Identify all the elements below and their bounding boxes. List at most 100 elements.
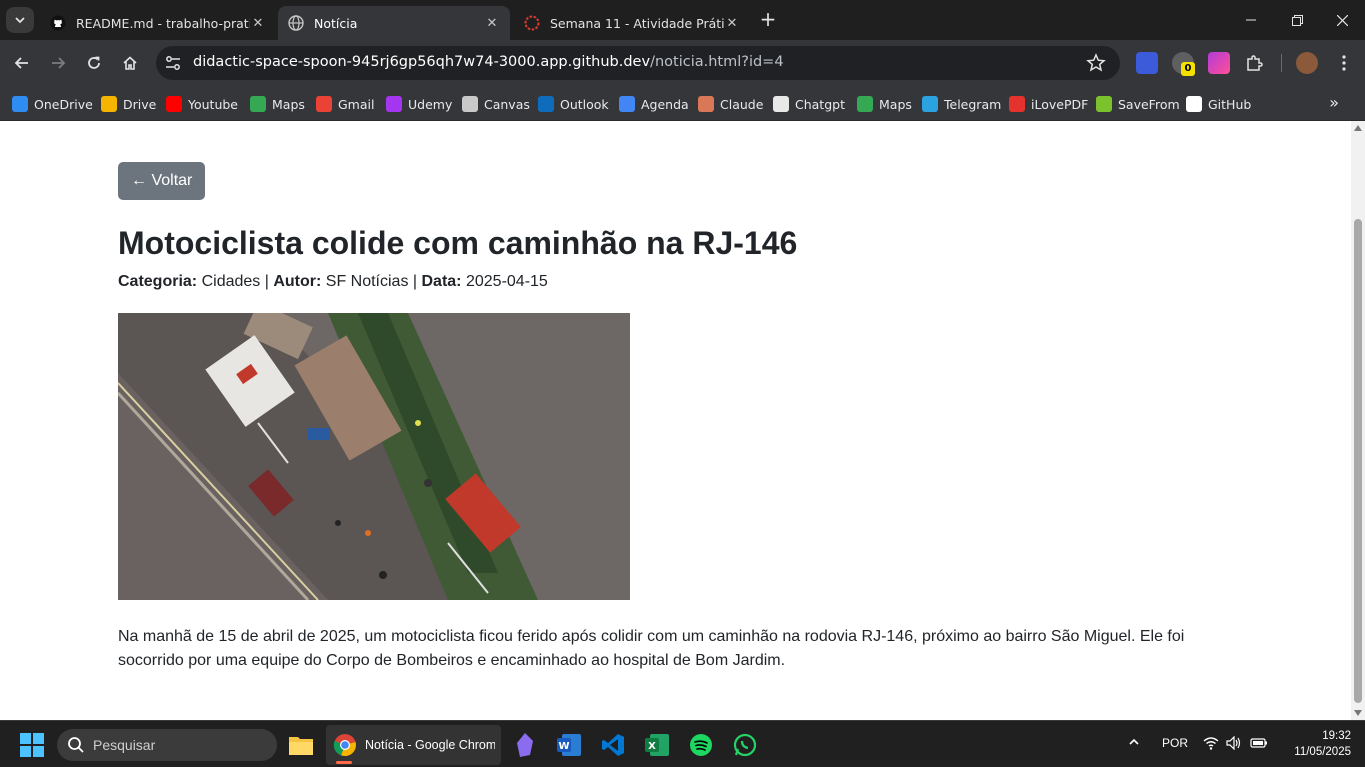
menu-button[interactable] <box>1332 51 1356 75</box>
bookmark-udemy[interactable]: Udemy <box>386 93 452 115</box>
vscode-icon <box>602 734 624 756</box>
back-button[interactable] <box>10 51 34 75</box>
telegram-icon <box>922 96 938 112</box>
language-indicator[interactable]: POR <box>1162 736 1188 750</box>
url-text: didactic-space-spoon-945rj6gp56qh7w74-30… <box>193 54 784 70</box>
bookmark-chatgpt[interactable]: Chatgpt <box>773 93 845 115</box>
extension-icon[interactable]: 0 <box>1172 52 1195 76</box>
bookmark-maps[interactable]: Maps <box>250 93 305 115</box>
bitwarden-extension-icon[interactable] <box>1136 52 1158 74</box>
bookmark-label: Agenda <box>641 96 689 112</box>
excel-icon: X <box>645 734 669 756</box>
bookmark-star-icon[interactable] <box>1086 53 1106 73</box>
whatsapp-button[interactable] <box>729 729 761 761</box>
spotify-button[interactable] <box>685 729 717 761</box>
scrollbar-thumb[interactable] <box>1354 219 1362 703</box>
close-window-button[interactable] <box>1319 0 1365 40</box>
taskbar-search[interactable]: Pesquisar <box>57 729 277 761</box>
bookmark-agenda[interactable]: Agenda <box>619 93 689 115</box>
scroll-up-icon[interactable] <box>1354 125 1362 131</box>
minimize-icon <box>1246 19 1256 21</box>
new-tab-button[interactable]: + <box>756 8 780 32</box>
close-icon[interactable]: ✕ <box>250 16 266 31</box>
bookmark-gmail[interactable]: Gmail <box>316 93 374 115</box>
close-icon[interactable]: ✕ <box>724 16 740 31</box>
bookmark-onedrive[interactable]: OneDrive <box>12 93 93 115</box>
extensions-button[interactable] <box>1242 51 1266 75</box>
app-extension-icon[interactable] <box>1208 52 1230 74</box>
page-scrollbar[interactable] <box>1351 121 1365 720</box>
bookmark-label: SaveFrom <box>1118 96 1180 112</box>
tab-noticia[interactable]: Notícia ✕ <box>278 6 510 40</box>
reload-icon <box>88 56 100 69</box>
accident-scene-image <box>118 313 630 600</box>
obsidian-button[interactable] <box>509 729 541 761</box>
clock-date: 11/05/2025 <box>1294 746 1351 758</box>
forward-button[interactable] <box>46 51 70 75</box>
bookmark-label: OneDrive <box>34 96 93 112</box>
savefrom-icon <box>1096 96 1112 112</box>
bookmark-label: Gmail <box>338 96 375 112</box>
bookmark-label: iLovePDF <box>1031 96 1089 112</box>
outlook-icon <box>538 96 554 112</box>
bookmark-label: Maps <box>272 96 305 112</box>
word-button[interactable]: W <box>553 729 585 761</box>
file-explorer-button[interactable] <box>285 729 317 761</box>
home-button[interactable] <box>118 51 142 75</box>
claude-icon <box>698 96 714 112</box>
maps-icon <box>857 96 873 112</box>
bookmark-ilovepdf[interactable]: iLovePDF <box>1009 93 1088 115</box>
plus-icon: + <box>759 7 777 31</box>
bookmark-canvas[interactable]: Canvas <box>462 93 530 115</box>
github-icon <box>50 15 66 31</box>
category-label: Categoria: <box>118 273 198 290</box>
tab-semana-11[interactable]: Semana 11 - Atividade Prática ✕ <box>514 6 750 40</box>
arrow-left-icon <box>14 57 28 69</box>
reload-button[interactable] <box>82 51 106 75</box>
profile-avatar[interactable] <box>1296 52 1318 74</box>
bookmark-claude[interactable]: Claude <box>698 93 763 115</box>
minimize-button[interactable] <box>1228 0 1274 40</box>
bookmark-maps[interactable]: Maps <box>857 93 912 115</box>
windows-taskbar: Pesquisar Notícia - Google Chrom W X POR… <box>0 720 1365 767</box>
wifi-icon <box>1203 737 1219 750</box>
tray-overflow-button[interactable] <box>1128 736 1140 751</box>
word-icon: W <box>557 734 581 756</box>
home-icon <box>123 56 137 70</box>
scroll-down-icon[interactable] <box>1354 710 1362 716</box>
more-vertical-icon <box>1342 55 1346 71</box>
bookmark-savefrom[interactable]: SaveFrom <box>1096 93 1180 115</box>
close-icon[interactable]: ✕ <box>484 16 500 31</box>
chevron-right-icon[interactable]: » <box>1329 93 1339 112</box>
vscode-button[interactable] <box>597 729 629 761</box>
bookmark-outlook[interactable]: Outlook <box>538 93 609 115</box>
system-clock[interactable]: 19:32 11/05/2025 <box>1294 728 1351 760</box>
gmail-icon <box>316 96 332 112</box>
bookmark-drive[interactable]: Drive <box>101 93 156 115</box>
bookmark-label: Udemy <box>408 96 453 112</box>
bookmark-label: Youtube <box>188 96 238 112</box>
bookmark-telegram[interactable]: Telegram <box>922 93 1001 115</box>
site-info-icon[interactable] <box>164 54 182 72</box>
back-link-button[interactable]: ← Voltar <box>118 162 206 200</box>
maps-icon <box>250 96 266 112</box>
bookmark-github[interactable]: GitHub <box>1186 93 1251 115</box>
windows-start-icon[interactable] <box>20 733 44 757</box>
restore-button[interactable] <box>1274 0 1320 40</box>
news-photo <box>118 313 630 600</box>
excel-button[interactable]: X <box>641 729 673 761</box>
taskbar-chrome-button[interactable]: Notícia - Google Chrom <box>326 725 501 765</box>
date-value: 2025-04-15 <box>465 273 548 290</box>
bookmark-youtube[interactable]: Youtube <box>166 93 238 115</box>
arrow-right-icon <box>52 57 66 69</box>
tab-search-button[interactable] <box>6 7 34 33</box>
tray-network-volume-battery[interactable] <box>1203 735 1268 753</box>
tab-title: Notícia <box>314 15 358 31</box>
tab-readme[interactable]: README.md - trabalho-pratico- ✕ <box>40 6 276 40</box>
restore-icon <box>1291 14 1303 26</box>
address-bar[interactable]: didactic-space-spoon-945rj6gp56qh7w74-30… <box>156 46 1120 80</box>
chevron-up-icon <box>1129 738 1139 745</box>
page-title: Motociclista colide com caminhão na RJ-1… <box>118 225 798 261</box>
active-indicator <box>336 761 352 764</box>
bookmark-label: GitHub <box>1208 96 1252 112</box>
